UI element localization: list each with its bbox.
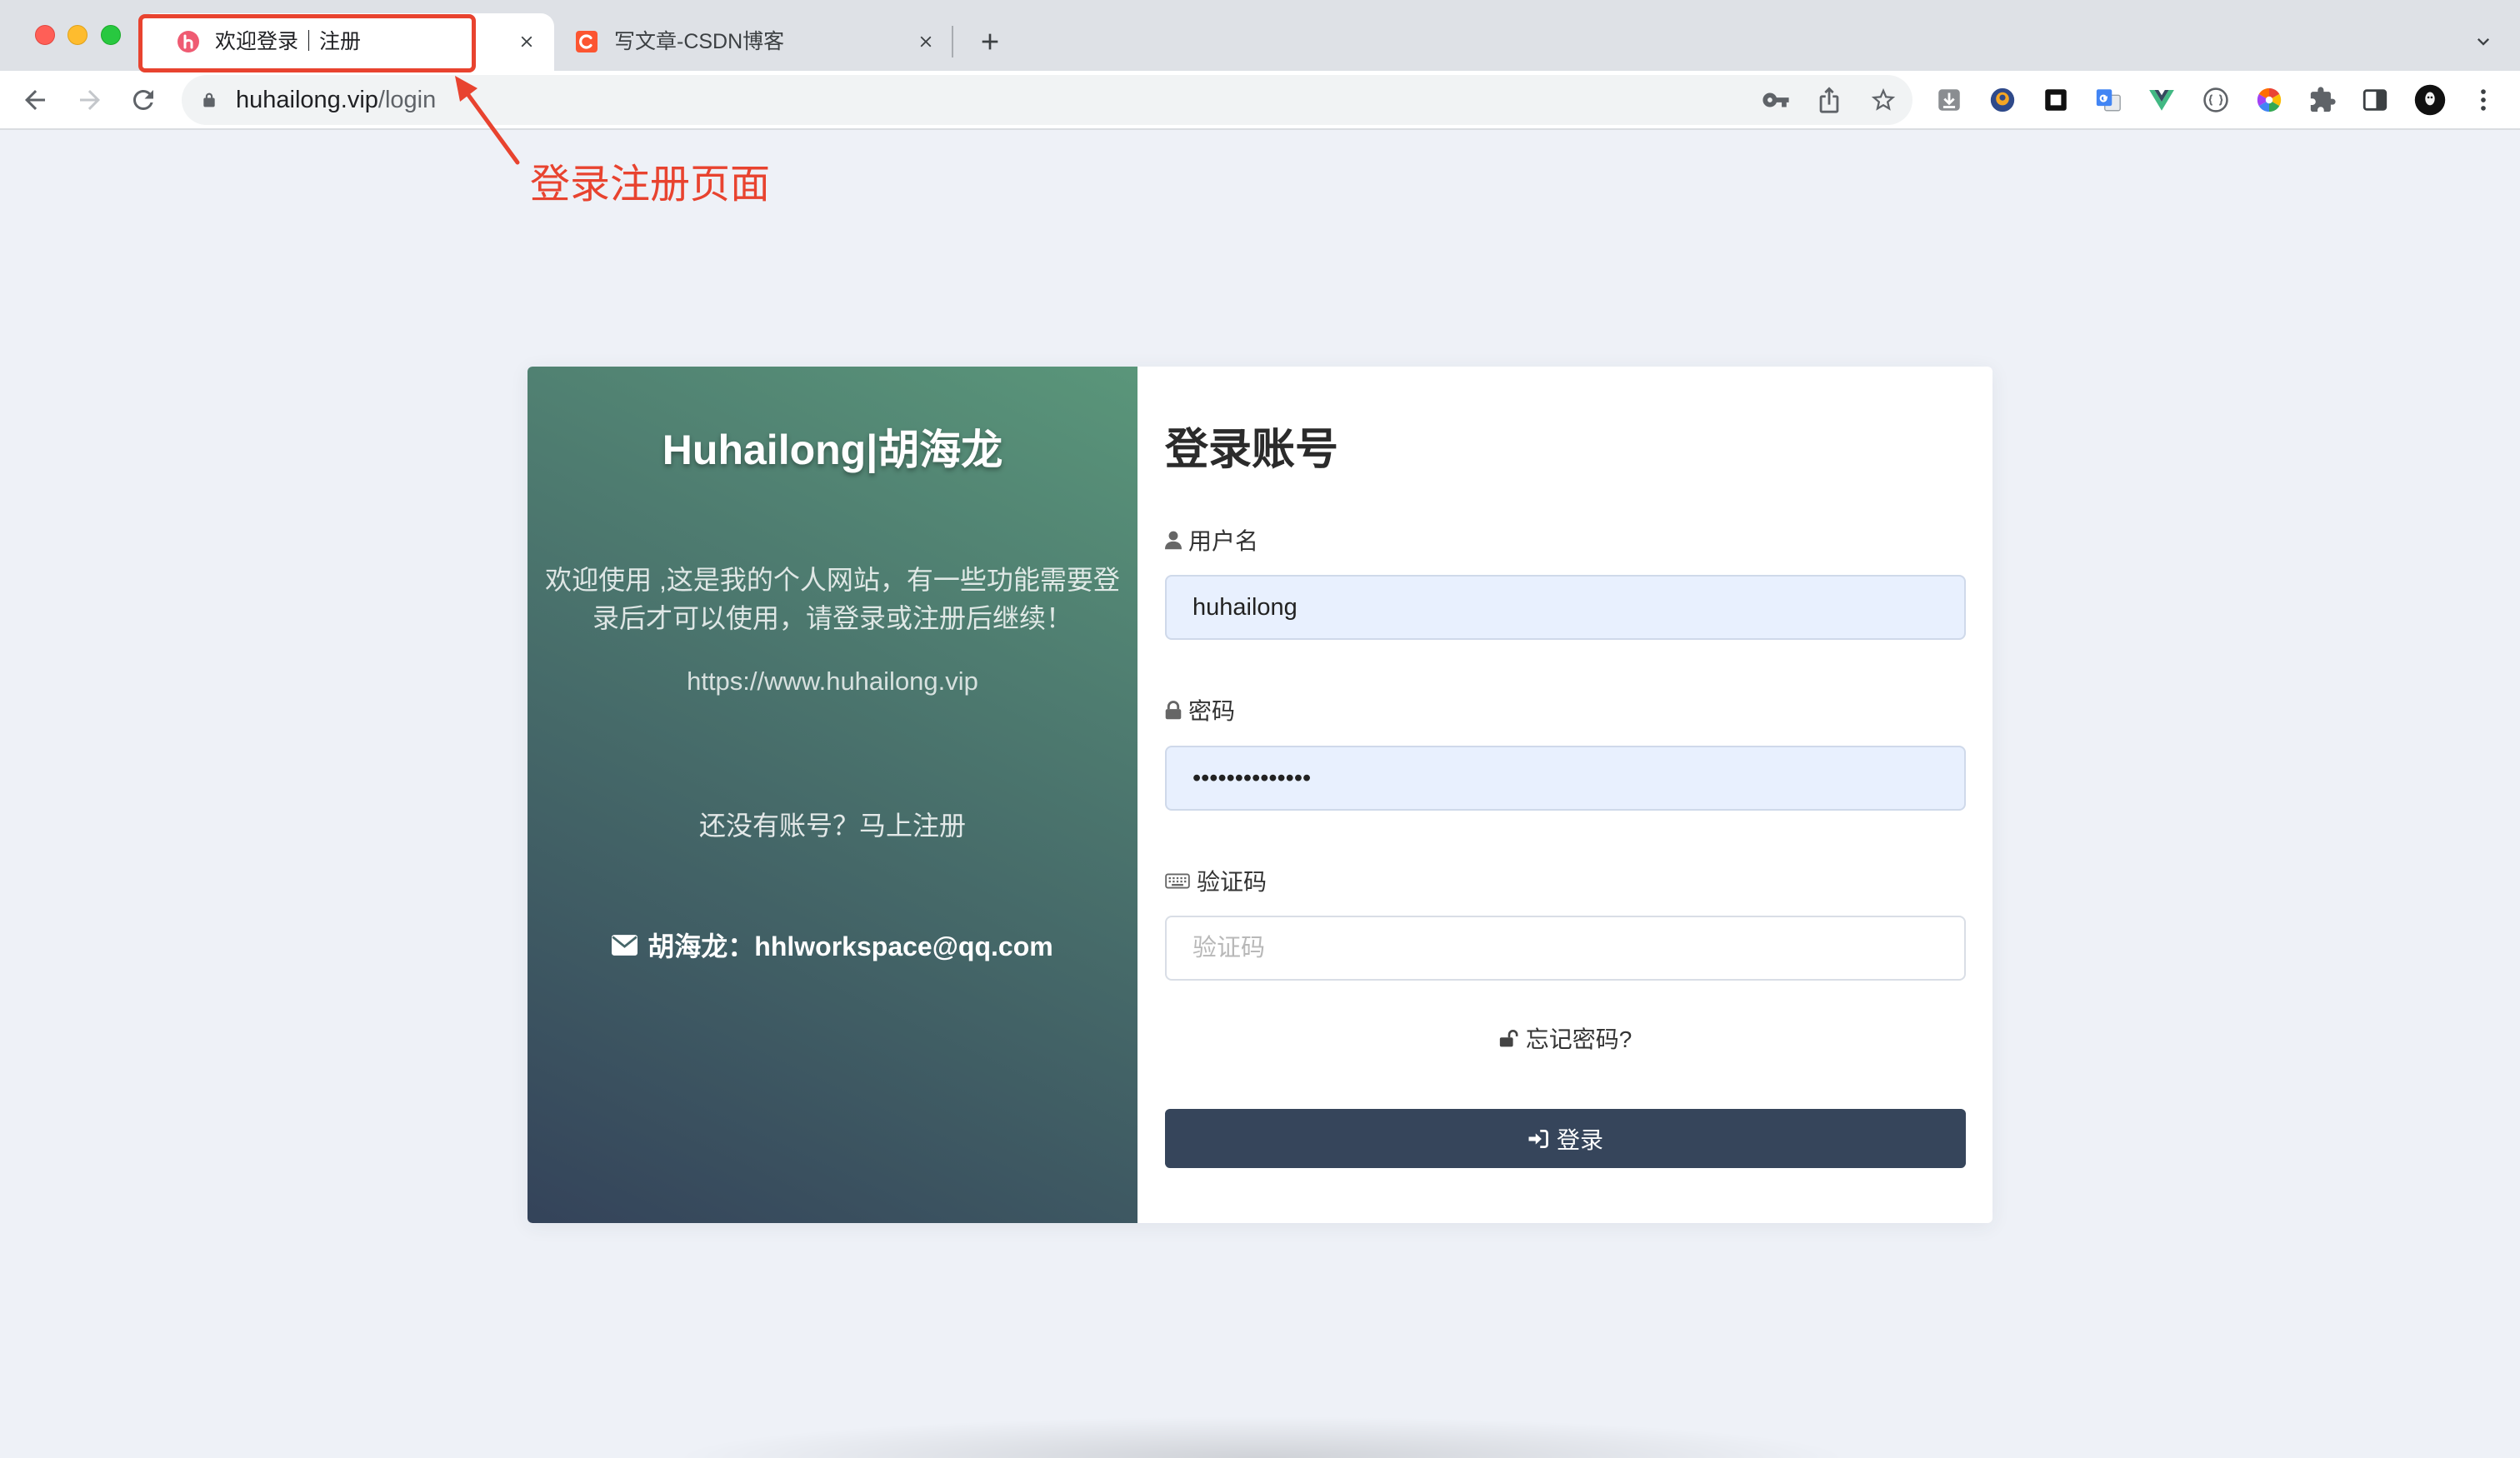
welcome-panel: Huhailong|胡海龙 欢迎使用 ,这是我的个人网站，有一些功能需要登录后才…: [528, 367, 1138, 1223]
username-label-text: 用户名: [1188, 528, 1259, 554]
key-icon[interactable]: [1762, 86, 1790, 114]
tab-title: 写文章-CSDN博客: [614, 30, 785, 53]
profile-avatar[interactable]: [2414, 84, 2446, 116]
puzzle-icon[interactable]: [2308, 86, 2337, 114]
vue-devtools-icon[interactable]: [2148, 86, 2176, 114]
csdn-favicon: [575, 30, 598, 53]
captcha-label: 验证码: [1165, 866, 1267, 896]
register-link[interactable]: 还没有账号？马上注册: [528, 807, 1138, 844]
login-card: Huhailong|胡海龙 欢迎使用 ,这是我的个人网站，有一些功能需要登录后才…: [528, 367, 1992, 1223]
translate-extension-icon[interactable]: [2094, 86, 2122, 114]
forward-icon[interactable]: [75, 85, 105, 115]
url-text[interactable]: huhailong.vip/login: [236, 75, 436, 125]
welcome-text: 欢迎使用 ,这是我的个人网站，有一些功能需要登录后才可以使用，请登录或注册后继续…: [545, 565, 1120, 633]
user-icon: [1165, 531, 1182, 550]
circle-extension-icon[interactable]: [1988, 86, 2017, 114]
form-heading: 登录账号: [1165, 426, 1339, 474]
reload-icon[interactable]: [128, 85, 158, 115]
window-minimize-button[interactable]: [68, 25, 88, 45]
download-extension-icon[interactable]: [1935, 86, 1963, 114]
annotation-label: 登录注册页面: [530, 162, 771, 207]
window-zoom-button[interactable]: [101, 25, 121, 45]
envelope-icon: [612, 934, 638, 956]
captcha-label-text: 验证码: [1197, 869, 1268, 895]
captcha-input[interactable]: [1165, 916, 1966, 981]
url-path: /login: [378, 87, 437, 113]
braces-extension-icon[interactable]: [2202, 86, 2230, 114]
password-input[interactable]: [1165, 746, 1966, 811]
forgot-password-link[interactable]: 忘记密码?: [1165, 1023, 1966, 1053]
new-tab-icon[interactable]: [977, 28, 1003, 55]
unlock-icon: [1499, 1029, 1519, 1047]
square-extension-icon[interactable]: [2042, 86, 2070, 114]
forgot-password-text: 忘记密码?: [1525, 1026, 1632, 1052]
username-input[interactable]: [1165, 575, 1966, 640]
color-wheel-extension-icon[interactable]: [2255, 86, 2283, 114]
sign-in-icon: [1528, 1129, 1548, 1148]
next-section-shadow: [675, 1416, 1848, 1458]
password-label: 密码: [1165, 695, 1235, 725]
chevron-down-icon[interactable]: [2472, 30, 2495, 53]
url-host: huhailong.vip: [236, 87, 378, 113]
tab-divider: [952, 26, 953, 57]
lock-icon: [1165, 700, 1182, 720]
window-close-button[interactable]: [35, 25, 55, 45]
contact-text: 胡海龙：hhlworkspace@qq.com: [648, 931, 1053, 961]
annotation-arrow: [455, 76, 520, 165]
lock-icon[interactable]: [201, 92, 218, 108]
login-button-label: 登录: [1556, 1126, 1603, 1153]
more-menu-icon[interactable]: [2469, 86, 2498, 114]
close-tab-icon[interactable]: [917, 32, 935, 51]
browser-toolbar: huhailong.vip/login: [0, 71, 2520, 130]
close-tab-icon[interactable]: [518, 32, 536, 51]
password-label-text: 密码: [1188, 698, 1236, 724]
contact-email: 胡海龙：hhlworkspace@qq.com: [528, 926, 1138, 963]
login-button[interactable]: 登录: [1165, 1109, 1966, 1168]
website-url: https://www.huhailong.vip: [687, 667, 978, 696]
tab-csdn[interactable]: 写文章-CSDN博客: [560, 13, 948, 71]
annotation-highlight-box: [138, 14, 476, 72]
back-icon[interactable]: [20, 85, 50, 115]
share-icon[interactable]: [1815, 86, 1843, 114]
star-icon[interactable]: [1869, 86, 1898, 114]
keyboard-icon: [1165, 873, 1190, 889]
username-label: 用户名: [1165, 525, 1258, 555]
side-panel-icon[interactable]: [2361, 86, 2389, 114]
site-title: Huhailong|胡海龙: [662, 427, 1003, 473]
